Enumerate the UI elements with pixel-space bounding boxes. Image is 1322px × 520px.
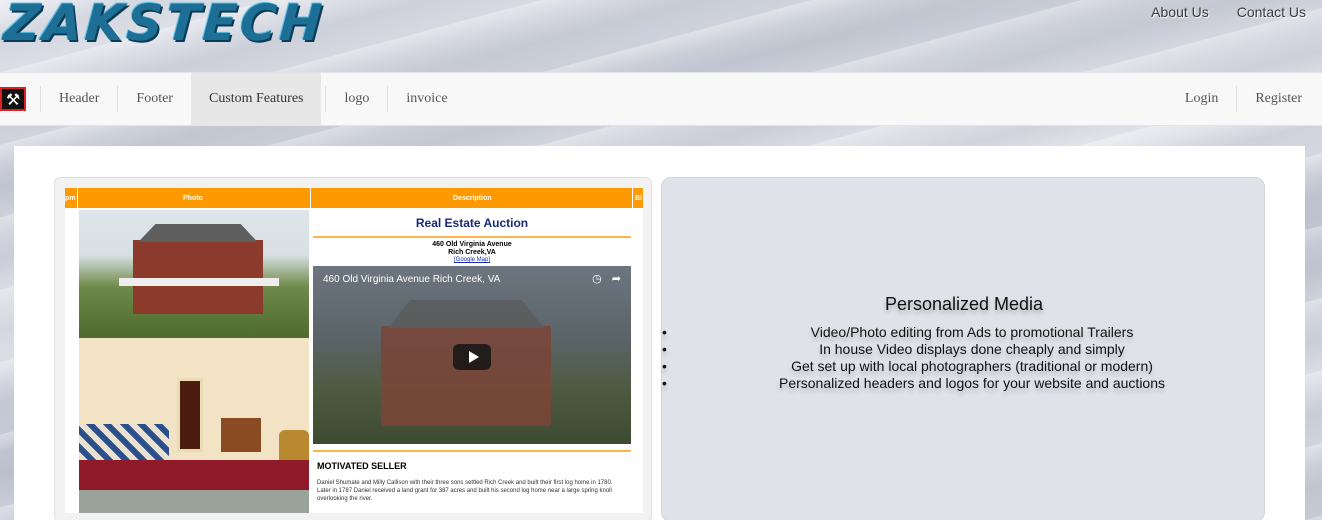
brand-logo[interactable]: ZAKSTECH [2, 0, 327, 52]
list-item: In house Video displays done cheaply and… [662, 341, 1242, 358]
google-map-link[interactable]: [Google Map] [313, 257, 631, 263]
aerial-photo [79, 490, 309, 513]
listing-address-line1: 460 Old Virginia Avenue [432, 241, 512, 248]
share-icon[interactable]: ➦ [612, 272, 621, 285]
list-item: Get set up with local photographers (tra… [662, 358, 1242, 375]
video-title: 460 Old Virginia Avenue Rich Creek, VA [323, 274, 501, 285]
nav-item-footer[interactable]: Footer [118, 73, 191, 125]
column-divider [310, 188, 311, 208]
column-divider [77, 188, 78, 208]
nav-item-logo[interactable]: logo [326, 73, 387, 125]
top-bar: ZAKSTECH About Us Contact Us [0, 0, 1322, 72]
personalized-media-panel: Personalized Media Video/Photo editing f… [661, 177, 1265, 520]
nav-right-group: Login Register [1167, 73, 1322, 125]
door-shape [177, 378, 203, 452]
listing-body-text: Daniel Shumate and Milly Callison with t… [317, 480, 613, 502]
column-header: pm [65, 195, 76, 202]
list-item: Personalized headers and logos for your … [662, 375, 1242, 392]
video-player[interactable]: 460 Old Virginia Avenue Rich Creek, VA ◷… [313, 266, 631, 444]
clock-icon[interactable]: ◷ [592, 272, 602, 285]
login-link[interactable]: Login [1167, 73, 1236, 125]
main-content: pm Photo Description Bi Real Estate Auct… [14, 146, 1305, 520]
listing-column-headers: pm Photo Description Bi [65, 188, 643, 208]
navbar: ⚒ Header Footer Custom Features logo inv… [0, 72, 1322, 126]
bedroom-photo [79, 338, 309, 490]
column-header-description: Description [453, 195, 492, 202]
auction-listing-screenshot: pm Photo Description Bi Real Estate Auct… [65, 188, 643, 513]
listing-title: Real Estate Auction [415, 216, 529, 230]
feature-image-panel: pm Photo Description Bi Real Estate Auct… [54, 177, 652, 520]
porch-shape [119, 278, 279, 286]
panel-title: Personalized Media [884, 294, 1044, 314]
listing-address-line2: Rich Creek,VA [448, 249, 496, 256]
divider [313, 450, 631, 452]
divider [313, 236, 631, 238]
listing-description: Real Estate Auction 460 Old Virginia Ave… [313, 210, 631, 513]
hammer-icon[interactable]: ⚒ [0, 87, 26, 111]
video-controls: ◷ ➦ [592, 272, 621, 285]
top-links: About Us Contact Us [1151, 4, 1306, 20]
register-link[interactable]: Register [1237, 73, 1322, 125]
nav-item-custom-features[interactable]: Custom Features [190, 73, 322, 125]
feature-list: Video/Photo editing from Ads to promotio… [662, 324, 1242, 392]
section-heading: MOTIVATED SELLER [317, 461, 407, 471]
video-house-frame [381, 326, 551, 426]
carpet-shape [79, 460, 309, 490]
column-divider [632, 188, 633, 208]
contact-us-link[interactable]: Contact Us [1237, 4, 1306, 20]
column-header-photo: Photo [183, 195, 203, 202]
nav-item-header[interactable]: Header [41, 73, 117, 125]
column-header: Bi [635, 195, 642, 202]
nav-item-invoice[interactable]: invoice [388, 73, 465, 125]
play-icon[interactable] [453, 344, 491, 370]
about-us-link[interactable]: About Us [1151, 4, 1209, 20]
dresser-shape [221, 418, 261, 452]
house-shape [133, 240, 263, 314]
house-exterior-photo [79, 210, 309, 338]
list-item: Video/Photo editing from Ads to promotio… [662, 324, 1242, 341]
